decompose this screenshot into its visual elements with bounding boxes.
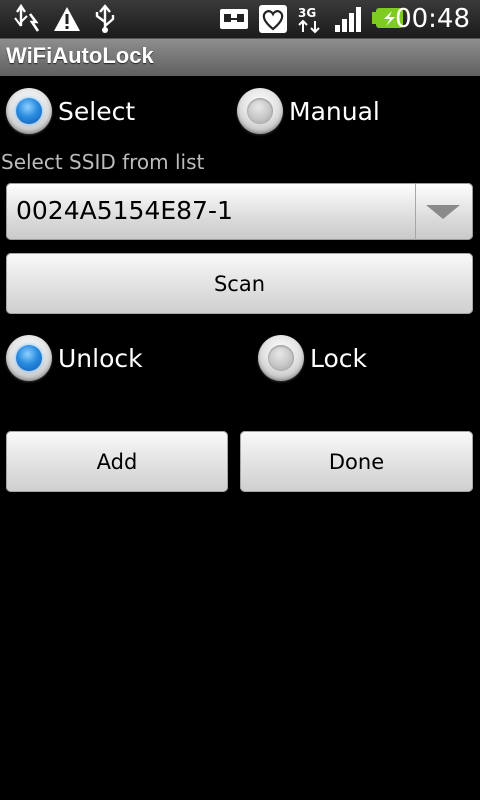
usb-debug-icon	[10, 4, 44, 34]
radio-select[interactable]: Select	[6, 88, 135, 134]
heart-icon	[256, 4, 290, 34]
3g-data-icon: 3G	[295, 4, 325, 34]
done-button[interactable]: Done	[240, 431, 473, 492]
status-bar: 3G 00:48	[0, 0, 480, 39]
scan-button[interactable]: Scan	[6, 253, 473, 314]
radio-button-checked[interactable]	[6, 88, 52, 134]
radio-lock-label: Lock	[310, 343, 368, 373]
app-title: WiFiAutoLock	[6, 43, 154, 68]
radio-button-unchecked[interactable]	[258, 335, 304, 381]
radio-unlock[interactable]: Unlock	[6, 335, 143, 381]
dropdown-divider	[415, 183, 416, 240]
radio-button-checked[interactable]	[6, 335, 52, 381]
sdcard-icon	[216, 4, 252, 34]
radio-select-label: Select	[58, 96, 136, 126]
ssid-section-label: Select SSID from list	[1, 150, 205, 174]
clock: 00:48	[395, 4, 470, 34]
radio-unlock-label: Unlock	[58, 343, 143, 373]
warning-icon	[50, 4, 84, 34]
radio-manual[interactable]: Manual	[237, 88, 380, 134]
svg-text:3G: 3G	[298, 6, 316, 20]
chevron-down-icon[interactable]	[425, 202, 461, 222]
ssid-selected-value: 0024A5154E87-1	[16, 196, 233, 225]
add-button[interactable]: Add	[6, 431, 228, 492]
title-bar: WiFiAutoLock	[0, 39, 480, 76]
radio-lock[interactable]: Lock	[258, 335, 367, 381]
signal-icon	[332, 4, 364, 34]
radio-manual-label: Manual	[289, 96, 380, 126]
radio-button-unchecked[interactable]	[237, 88, 283, 134]
ssid-dropdown[interactable]: 0024A5154E87-1	[6, 183, 473, 240]
usb-icon	[88, 4, 122, 34]
